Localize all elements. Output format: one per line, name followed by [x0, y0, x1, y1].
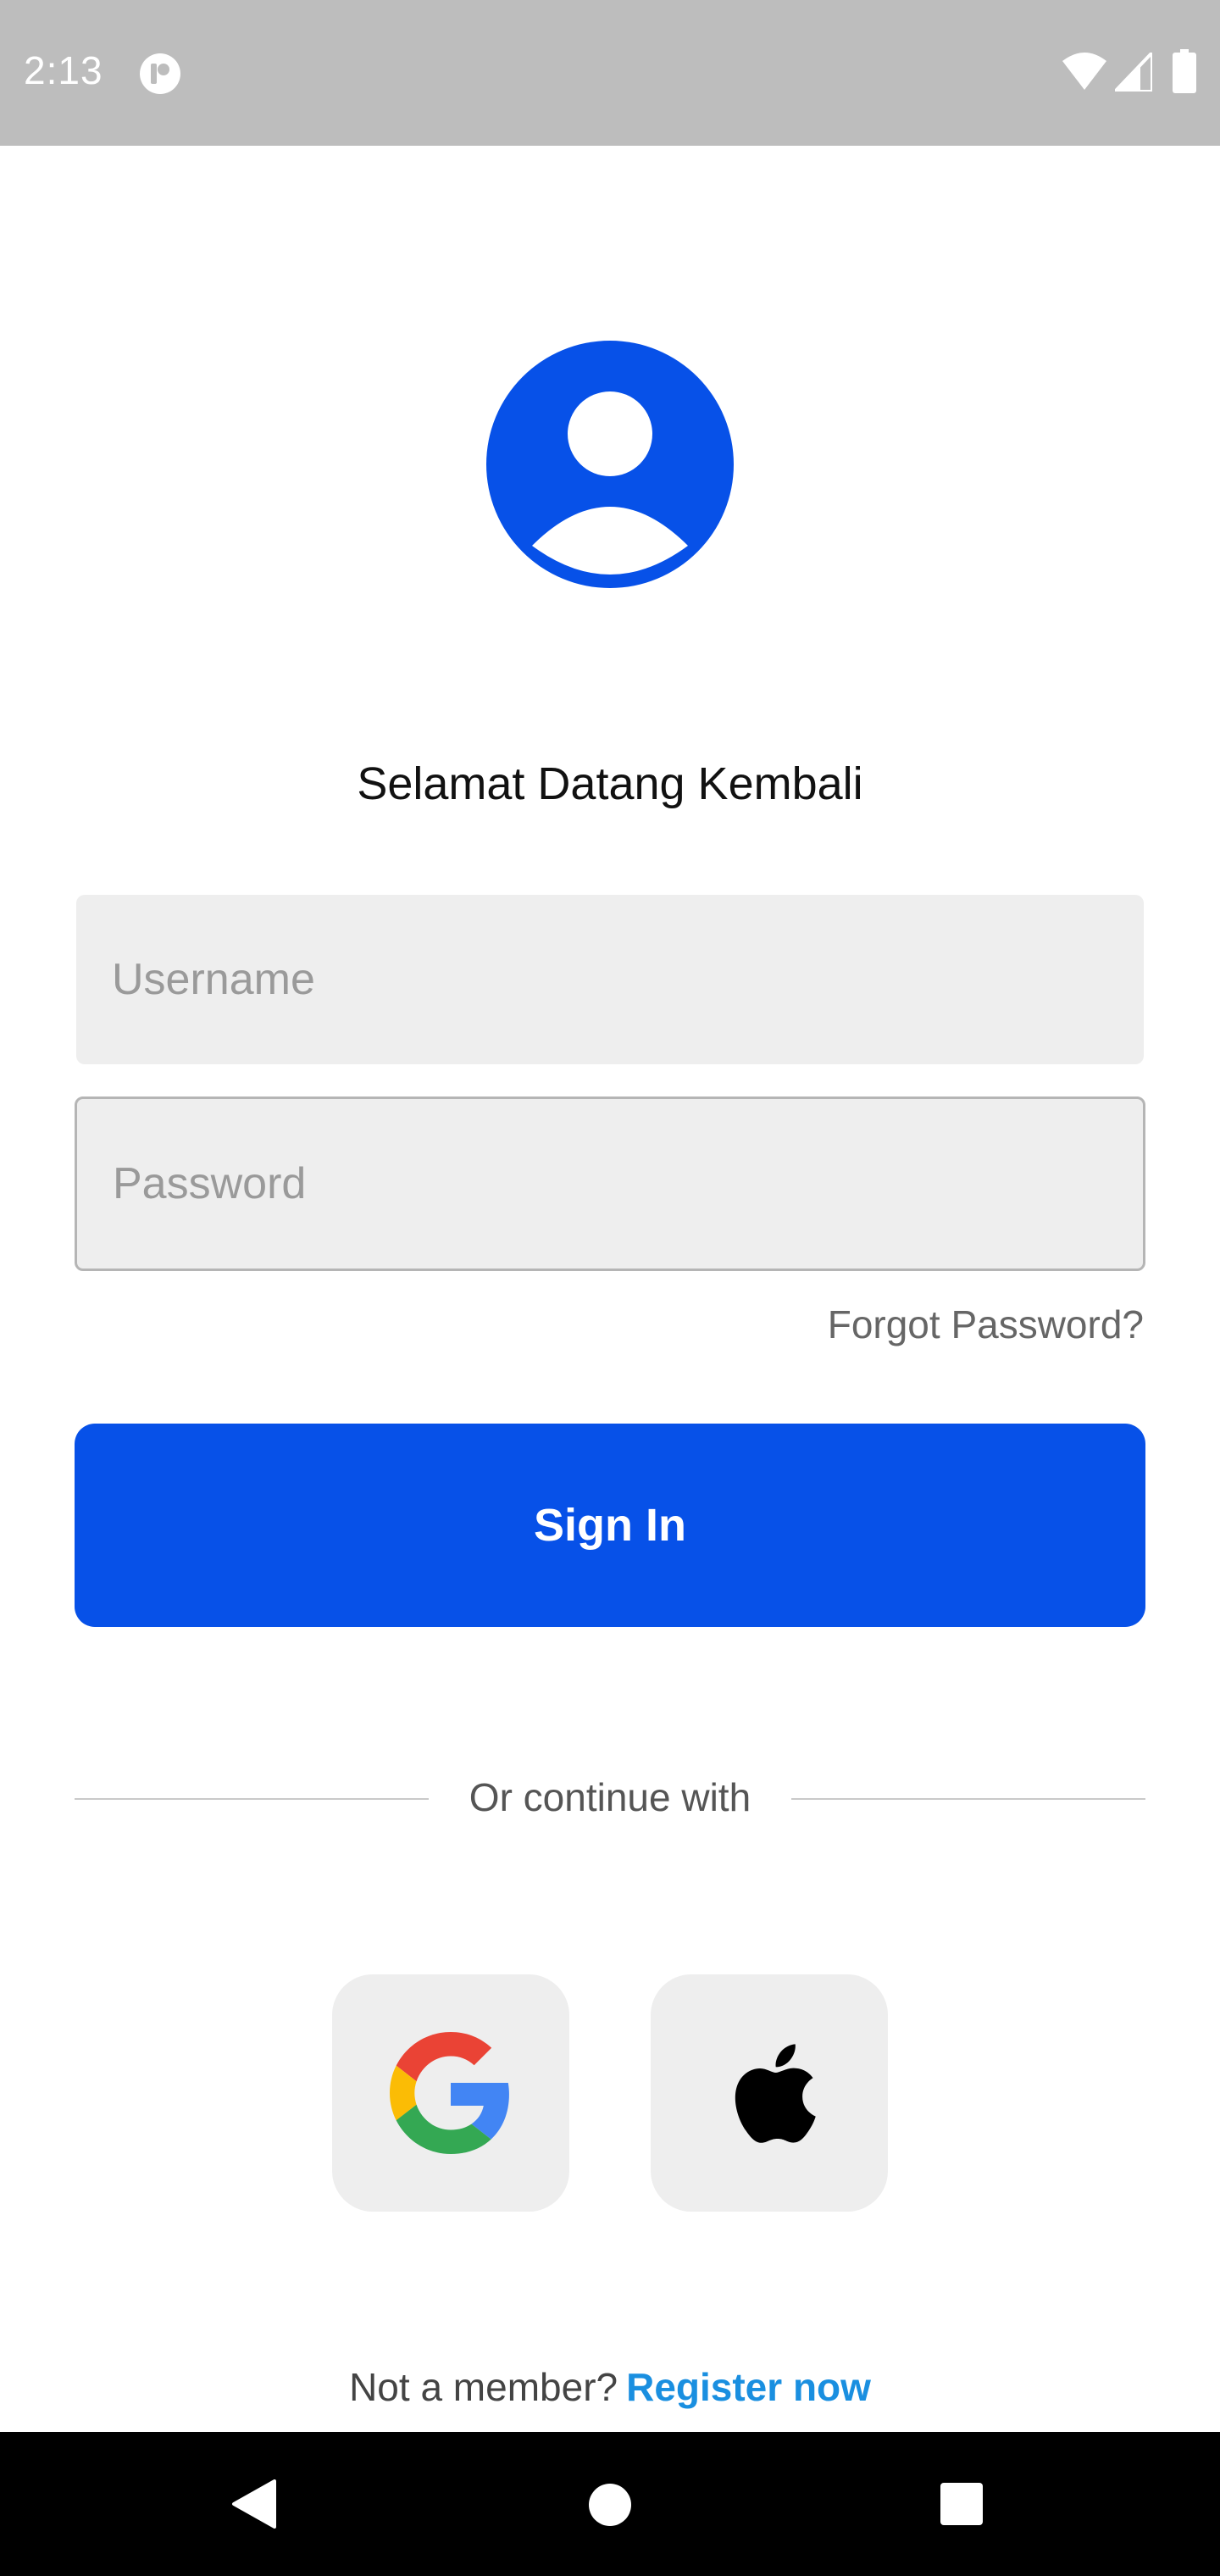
battery-icon [1173, 49, 1196, 93]
wifi-icon [1062, 53, 1106, 90]
google-icon [390, 2032, 509, 2154]
system-nav-bar [0, 2432, 1220, 2576]
recent-apps-icon[interactable] [940, 2483, 983, 2525]
google-sign-in-button[interactable] [332, 1974, 569, 2212]
password-input[interactable] [75, 1096, 1145, 1271]
account-circle-icon [486, 341, 734, 588]
home-icon[interactable] [588, 2483, 632, 2527]
status-bar: 2:13 [0, 0, 1220, 146]
cellular-signal-icon [1115, 53, 1152, 92]
register-now-link[interactable]: Register now [626, 2365, 871, 2409]
forgot-password-link[interactable]: Forgot Password? [828, 1302, 1144, 1347]
apple-sign-in-button[interactable] [651, 1974, 888, 2212]
login-screen: 2:13 Selamat Datang Kembali Forgot Passw… [0, 0, 1220, 2576]
divider-line-right [791, 1798, 1145, 1800]
divider-text: Or continue with [469, 1775, 751, 1819]
register-row: Not a member? Register now [0, 2364, 1220, 2410]
sign-in-button[interactable]: Sign In [75, 1424, 1145, 1627]
register-prompt: Not a member? [349, 2365, 618, 2409]
username-input[interactable] [76, 895, 1144, 1064]
welcome-heading: Selamat Datang Kembali [357, 758, 863, 809]
back-icon[interactable] [230, 2479, 278, 2529]
app-notification-icon [140, 53, 180, 94]
apple-icon [735, 2044, 816, 2143]
status-time: 2:13 [24, 48, 103, 92]
